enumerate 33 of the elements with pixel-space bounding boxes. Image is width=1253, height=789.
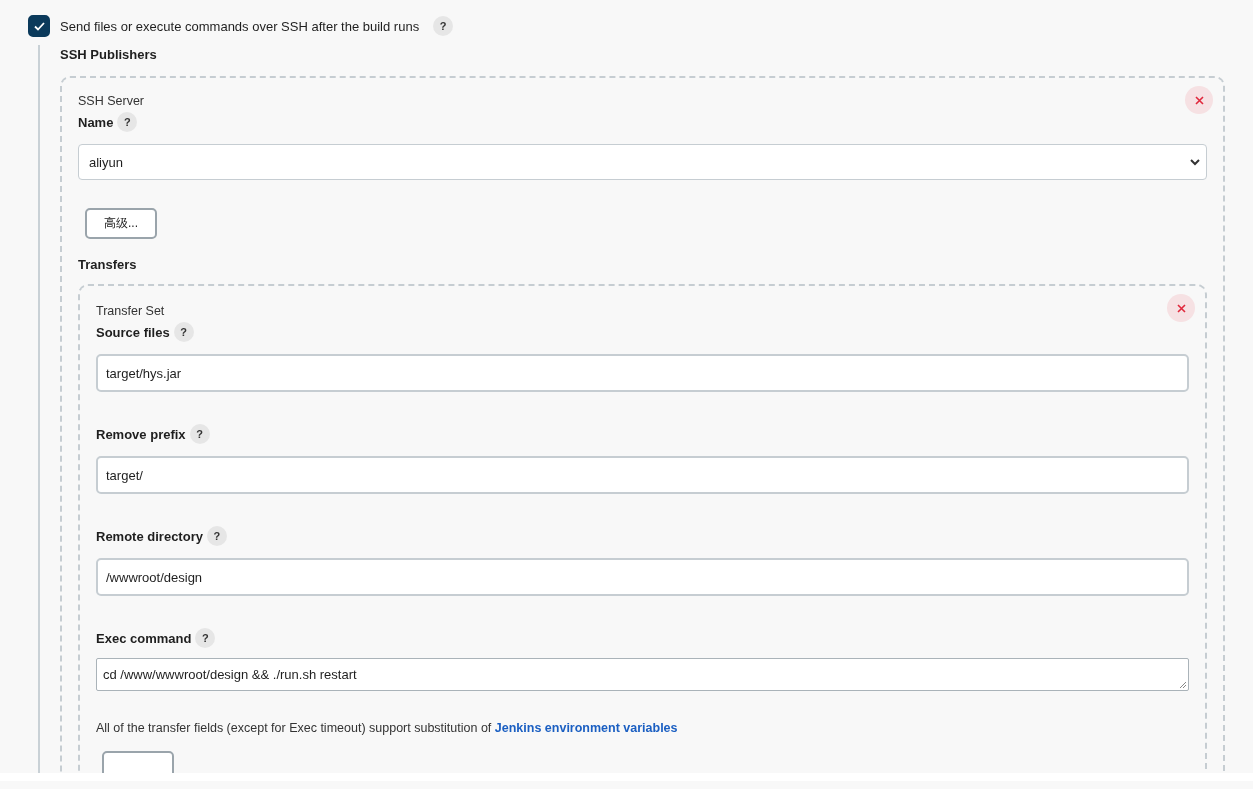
field-label: Name (78, 114, 114, 130)
field-label: Remote directory (96, 528, 203, 544)
remove-button[interactable] (1185, 86, 1213, 114)
section-heading: Transfers (78, 256, 138, 274)
field-label: Source files (96, 324, 170, 340)
text-field[interactable]: target/hys.jar (96, 354, 1189, 392)
button[interactable] (102, 751, 174, 773)
text-field[interactable]: target/ (96, 456, 1189, 494)
text-field[interactable]: /wwwroot/design (96, 558, 1189, 596)
checkbox[interactable] (28, 15, 50, 37)
close-icon (1176, 303, 1186, 313)
section-heading: SSH Publishers (60, 46, 158, 64)
check-icon (33, 21, 45, 31)
field-label: Remove prefix (96, 426, 186, 442)
checkbox-label: Send files or execute commands over SSH after the build runs (60, 18, 420, 34)
resize-handle-icon[interactable] (1179, 681, 1187, 689)
help-icon[interactable]: ? (117, 112, 138, 132)
field-label: Exec command (96, 630, 192, 646)
select-field[interactable]: aliyun (78, 144, 1207, 180)
link[interactable]: Jenkins environment variables (494, 721, 678, 735)
text-area[interactable]: cd /www/wwwroot/design && ./run.sh restart (96, 658, 1189, 691)
help-icon[interactable]: ? (195, 628, 216, 648)
help-icon[interactable]: ? (173, 322, 194, 342)
help-icon[interactable]: ? (433, 16, 454, 36)
help-text: All of the transfer fields (except for Exec timeout) support substitution of Jenkins environment variables (96, 721, 679, 735)
advanced-button[interactable]: 高级... (85, 208, 157, 239)
help-icon[interactable]: ? (206, 526, 227, 546)
help-icon[interactable]: ? (189, 424, 210, 444)
chevron-down-icon (1190, 158, 1200, 166)
remove-button[interactable] (1167, 294, 1195, 322)
panel-title: Transfer Set (96, 304, 165, 318)
panel-title: SSH Server (78, 94, 144, 108)
close-icon (1194, 95, 1204, 105)
